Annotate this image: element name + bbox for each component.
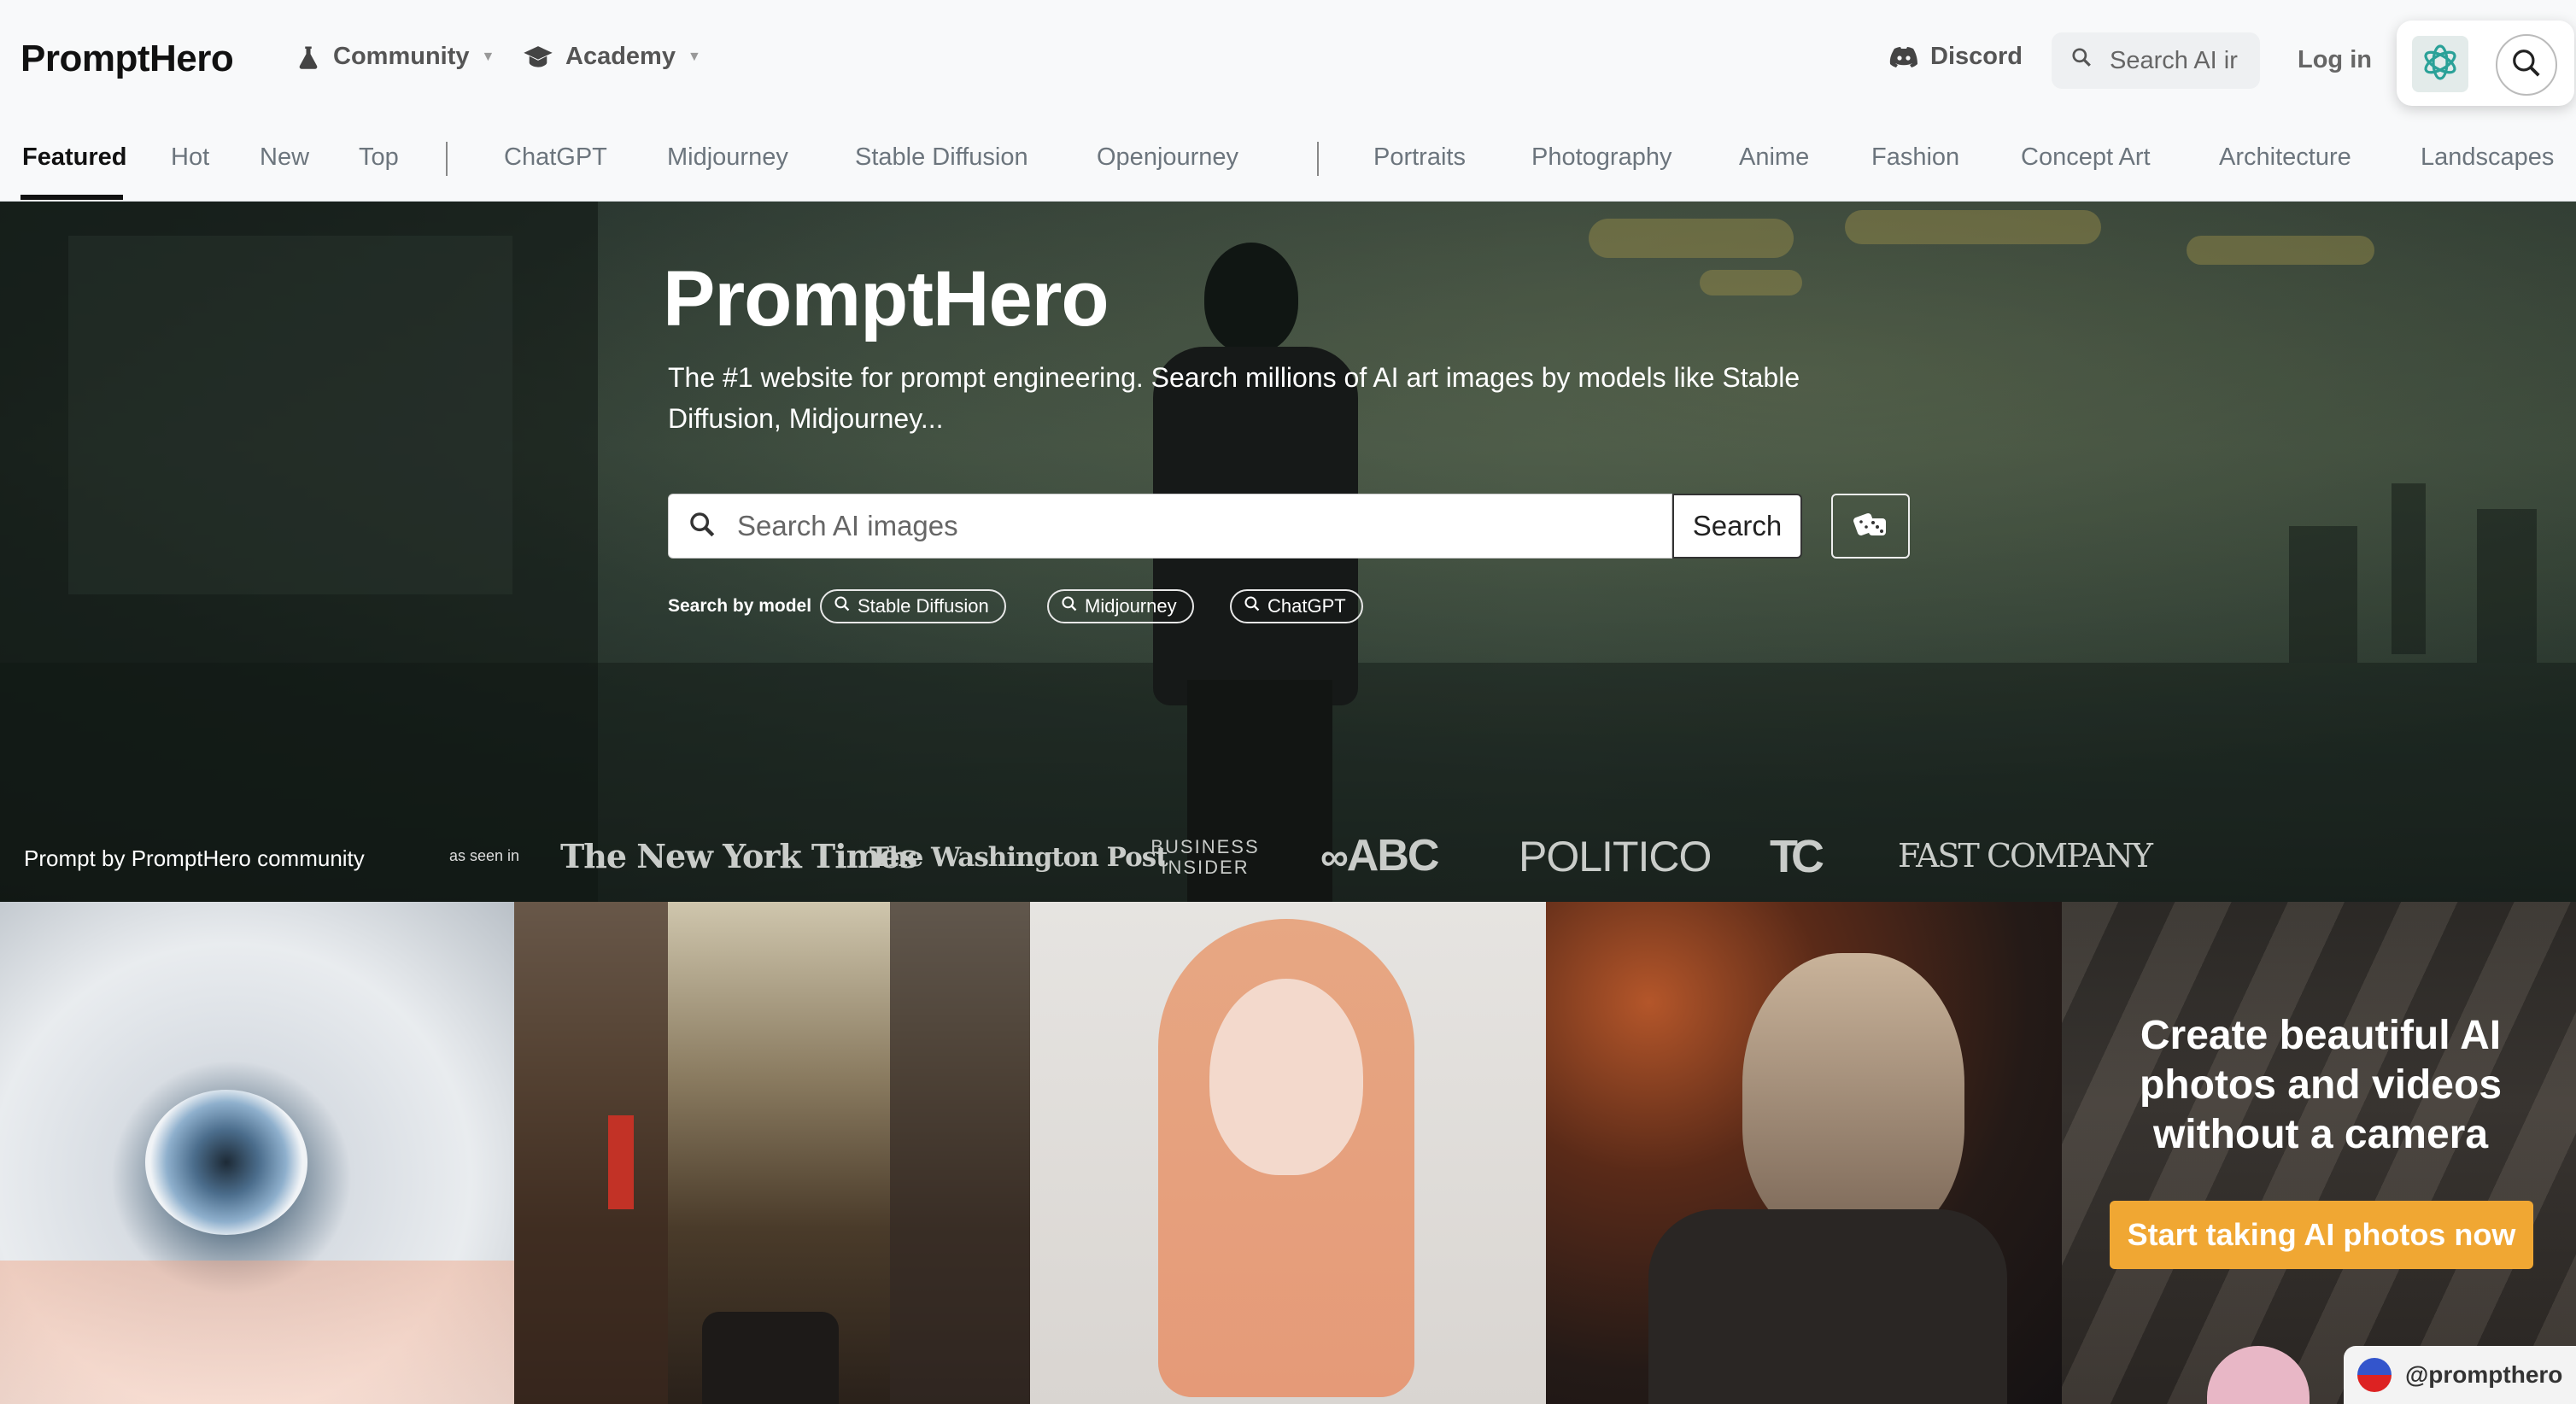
community-label: Community xyxy=(333,43,470,70)
face-shape xyxy=(1209,979,1363,1175)
tab-featured[interactable]: Featured xyxy=(22,143,126,172)
abc-symbol-icon: ∞ xyxy=(1320,834,1349,879)
handle-label: @prompthero xyxy=(2405,1361,2563,1388)
gallery-image-city-race[interactable] xyxy=(514,902,1030,1404)
business-insider-logo: BUSINESS INSIDER xyxy=(1150,836,1260,878)
tab-concept-art[interactable]: Concept Art xyxy=(2021,143,2151,172)
hero-subtitle: The #1 website for prompt engineering. S… xyxy=(668,362,1800,434)
fast-company-logo: FAST COMPANY xyxy=(1898,837,2153,875)
dice-icon xyxy=(1853,508,1888,545)
hero-banner: PromptHero The #1 website for prompt eng… xyxy=(0,202,2576,902)
floating-toolbar xyxy=(2397,20,2574,106)
brand-logo[interactable]: PromptHero xyxy=(20,38,234,80)
gallery-image-eye[interactable] xyxy=(0,902,514,1404)
discord-link[interactable]: Discord xyxy=(1889,43,2023,71)
abc-logo: ∞ABC xyxy=(1320,830,1440,881)
gallery-image-portrait[interactable] xyxy=(1030,902,1546,1404)
model-pill-stable-diffusion[interactable]: Stable Diffusion xyxy=(820,589,1006,623)
caret-down-icon: ▼ xyxy=(687,49,701,64)
search-icon xyxy=(834,595,851,617)
tab-architecture[interactable]: Architecture xyxy=(2219,143,2351,172)
divider xyxy=(446,142,448,176)
prompthero-handle-badge[interactable]: @prompthero xyxy=(2344,1346,2576,1404)
sign-shape xyxy=(608,1115,634,1209)
tab-stable-diffusion[interactable]: Stable Diffusion xyxy=(855,143,1028,172)
tab-photography[interactable]: Photography xyxy=(1531,143,1671,172)
as-seen-in-label: as seen in xyxy=(449,847,520,864)
pill-label: Midjourney xyxy=(1085,595,1177,617)
floating-search-button[interactable] xyxy=(2496,34,2557,96)
tab-midjourney[interactable]: Midjourney xyxy=(667,143,788,172)
hero-search-input[interactable] xyxy=(737,510,1634,542)
building-shape xyxy=(514,902,668,1404)
washington-post-logo: The Washington Post xyxy=(869,842,1168,873)
promo-title: Create beautiful AI photos and videos wi… xyxy=(2139,1013,2503,1157)
search-button[interactable]: Search xyxy=(1672,494,1802,559)
search-icon xyxy=(688,510,717,543)
gallery-image-warrior[interactable] xyxy=(1546,902,2062,1404)
tab-chatgpt[interactable]: ChatGPT xyxy=(504,143,607,172)
tab-openjourney[interactable]: Openjourney xyxy=(1097,143,1238,172)
tab-hot[interactable]: Hot xyxy=(171,143,209,172)
tab-new[interactable]: New xyxy=(260,143,309,172)
skin-tone xyxy=(0,1261,514,1404)
search-icon xyxy=(2510,47,2543,84)
model-pill-midjourney[interactable]: Midjourney xyxy=(1047,589,1194,623)
search-icon xyxy=(1244,595,1261,617)
face-shape xyxy=(1742,953,1964,1243)
discord-icon xyxy=(1889,46,1918,68)
hero-search-field[interactable] xyxy=(668,494,1672,559)
search-by-model-label: Search by model xyxy=(668,596,812,616)
model-pill-chatgpt[interactable]: ChatGPT xyxy=(1230,589,1363,623)
race-car-shape xyxy=(702,1312,839,1404)
tab-landscapes[interactable]: Landscapes xyxy=(2421,143,2554,172)
login-link[interactable]: Log in xyxy=(2298,46,2372,74)
tab-fashion[interactable]: Fashion xyxy=(1871,143,1959,172)
building-shape xyxy=(890,902,1030,1404)
discord-label: Discord xyxy=(1930,43,2023,70)
top-search-input[interactable]: Search AI ir xyxy=(2052,32,2260,89)
academy-menu[interactable]: Academy ▼ xyxy=(523,43,701,71)
divider xyxy=(1317,142,1319,176)
search-icon xyxy=(1061,595,1078,617)
flask-icon xyxy=(296,44,321,70)
graduation-cap-icon xyxy=(523,44,553,70)
image-credit: Prompt by PromptHero community xyxy=(24,845,365,871)
armor-shape xyxy=(1648,1209,2007,1404)
tab-anime[interactable]: Anime xyxy=(1739,143,1809,172)
academy-label: Academy xyxy=(565,43,676,70)
chatgpt-button[interactable] xyxy=(2412,36,2468,92)
community-menu[interactable]: Community ▼ xyxy=(296,43,495,71)
abc-wordmark: ABC xyxy=(1346,831,1440,880)
nyt-logo: The New York Times xyxy=(560,837,917,875)
pill-label: Stable Diffusion xyxy=(858,595,989,617)
politico-logo: POLITICO xyxy=(1519,833,1712,880)
random-prompt-button[interactable] xyxy=(1831,494,1910,559)
active-tab-underline xyxy=(20,195,123,200)
category-nav: Featured Hot New Top ChatGPT Midjourney … xyxy=(0,128,2576,202)
hero-title: PromptHero xyxy=(663,255,1109,342)
chatgpt-icon xyxy=(2419,41,2462,88)
caret-down-icon: ▼ xyxy=(481,49,495,64)
start-ai-photos-button[interactable]: Start taking AI photos now xyxy=(2110,1201,2533,1269)
tab-portraits[interactable]: Portraits xyxy=(1373,143,1466,172)
top-navbar: PromptHero Community ▼ Academy ▼ Discord… xyxy=(0,0,2576,202)
eye-shape xyxy=(145,1090,307,1235)
tab-top[interactable]: Top xyxy=(359,143,399,172)
pill-label: ChatGPT xyxy=(1268,595,1346,617)
avatar xyxy=(2357,1358,2392,1392)
top-search-placeholder: Search AI ir xyxy=(2110,46,2238,74)
search-icon xyxy=(2070,46,2093,75)
techcrunch-logo: TC xyxy=(1770,831,1824,882)
